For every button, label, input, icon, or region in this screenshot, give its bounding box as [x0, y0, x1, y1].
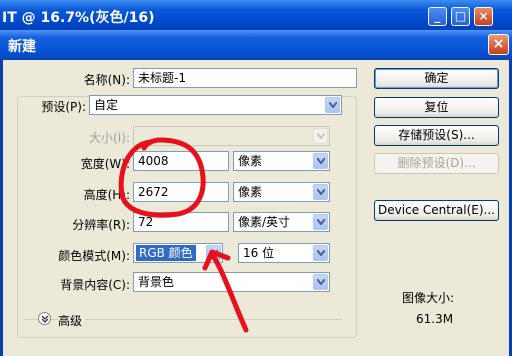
expand-advanced-icon[interactable]: [38, 312, 51, 325]
reset-button[interactable]: 复位: [374, 97, 499, 118]
close-icon[interactable]: ×: [474, 7, 493, 26]
resolution-label: 分辨率(R):: [72, 218, 130, 232]
chevron-down-icon[interactable]: [325, 97, 340, 113]
name-input[interactable]: 未标题-1: [133, 68, 357, 88]
bit-depth-select[interactable]: 16 位: [238, 243, 330, 263]
width-input[interactable]: 4008: [133, 151, 229, 171]
height-input[interactable]: 2672: [133, 182, 229, 202]
resolution-unit-value: 像素/英寸: [238, 215, 291, 229]
chevron-down-icon[interactable]: [313, 184, 328, 200]
color-mode-select[interactable]: RGB 颜色: [133, 243, 223, 263]
width-unit-select[interactable]: 像素: [233, 151, 330, 171]
size-select[interactable]: [133, 126, 330, 146]
bit-depth-value: 16 位: [243, 246, 275, 260]
delete-preset-button[interactable]: 删除预设(D)...: [374, 153, 499, 174]
chevron-down-icon[interactable]: [313, 214, 328, 230]
save-preset-button[interactable]: 存储预设(S)...: [374, 125, 499, 146]
width-label: 宽度(W):: [80, 157, 130, 171]
maximize-icon[interactable]: □: [451, 7, 470, 26]
dialog-close-icon[interactable]: ×: [488, 34, 509, 55]
dialog-titlebar: 新建 ×: [0, 30, 512, 60]
height-label: 高度(H):: [83, 188, 130, 202]
minimize-icon[interactable]: _: [428, 7, 447, 26]
preset-select[interactable]: 自定: [89, 95, 342, 115]
background-contents-label: 背景内容(C):: [60, 278, 130, 292]
ok-button[interactable]: 确定: [374, 68, 499, 89]
chevron-down-icon: [313, 128, 328, 144]
image-size-value: 61.3M: [416, 312, 454, 326]
chevron-down-icon[interactable]: [206, 245, 221, 261]
height-unit-value: 像素: [238, 185, 263, 199]
preset-value: 自定: [94, 98, 119, 112]
dialog-title: 新建: [8, 39, 36, 55]
chevron-down-icon[interactable]: [313, 153, 328, 169]
resolution-unit-select[interactable]: 像素/英寸: [233, 212, 330, 232]
background-contents-select[interactable]: 背景色: [133, 272, 330, 292]
name-label: 名称(N):: [83, 73, 130, 87]
preset-label: 预设(P):: [34, 98, 88, 115]
background-window-title: IT @ 16.7%(灰色/16): [2, 10, 155, 26]
color-mode-label: 颜色模式(M):: [58, 249, 130, 263]
chevron-down-icon[interactable]: [313, 274, 328, 290]
color-mode-value: RGB 颜色: [136, 245, 196, 261]
chevron-down-icon[interactable]: [313, 245, 328, 261]
resolution-input[interactable]: 72: [133, 212, 229, 232]
image-size-label: 图像大小:: [402, 291, 455, 305]
width-unit-value: 像素: [238, 154, 263, 168]
device-central-button[interactable]: Device Central(E)...: [374, 200, 499, 221]
advanced-label: 高级: [58, 312, 86, 329]
background-contents-value: 背景色: [138, 275, 175, 289]
size-label: 大小(I):: [89, 131, 130, 145]
background-window-titlebar: IT @ 16.7%(灰色/16) _ □ ×: [0, 0, 512, 34]
height-unit-select[interactable]: 像素: [233, 182, 330, 202]
